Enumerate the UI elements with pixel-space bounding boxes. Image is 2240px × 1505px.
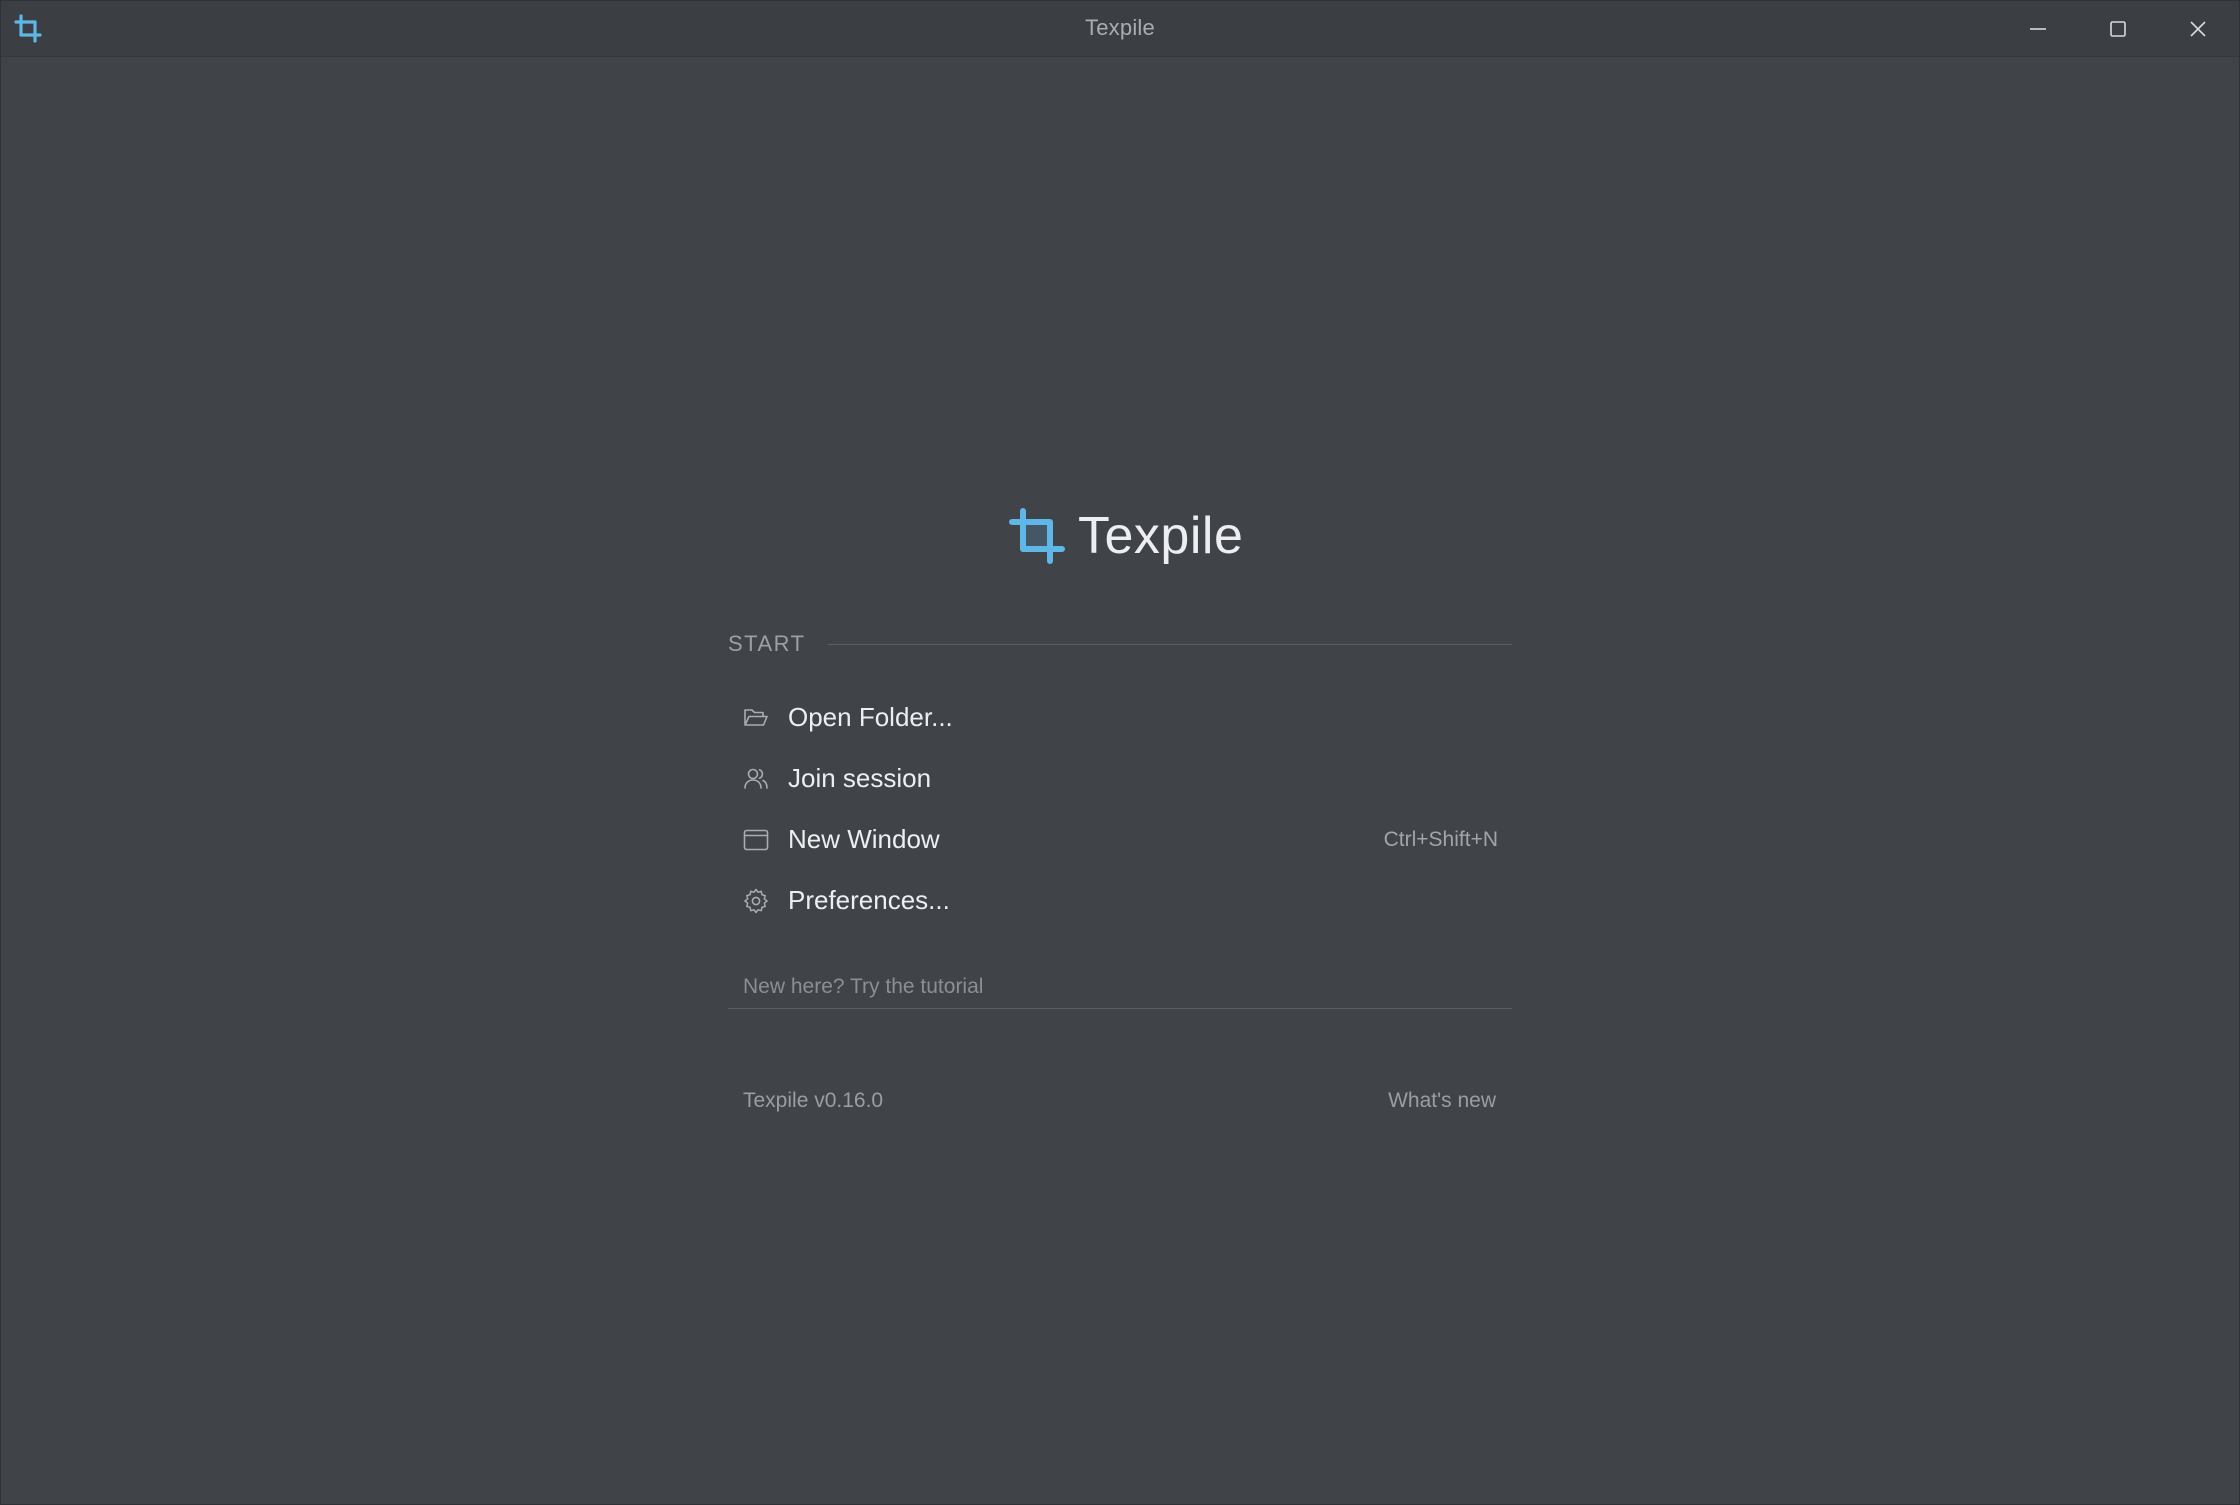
section-divider (827, 643, 1512, 645)
gear-icon (742, 887, 770, 915)
minimize-button[interactable] (1998, 1, 2078, 56)
new-window-label: New Window (788, 824, 940, 854)
tutorial-link[interactable]: New here? Try the tutorial (743, 975, 983, 999)
footer-divider (728, 1008, 1512, 1009)
start-section-label: START (728, 631, 806, 656)
minimize-icon (2030, 27, 2046, 30)
maximize-button[interactable] (2078, 1, 2158, 56)
whats-new-link[interactable]: What's new (1388, 1089, 1496, 1113)
start-menu: Open Folder... Join session New Window C… (728, 687, 1512, 931)
join-session-label: Join session (788, 763, 932, 793)
close-icon (2190, 20, 2206, 37)
preferences-button[interactable]: Preferences... (728, 870, 1512, 931)
version-label: Texpile v0.16.0 (743, 1089, 884, 1112)
new-window-shortcut: Ctrl+Shift+N (1383, 827, 1498, 851)
app-name: Texpile (1078, 507, 1244, 565)
open-folder-label: Open Folder... (788, 702, 953, 732)
open-folder-button[interactable]: Open Folder... (728, 687, 1512, 748)
crop-logo-icon (1009, 508, 1065, 564)
maximize-icon (2110, 20, 2126, 37)
preferences-label: Preferences... (788, 885, 950, 915)
join-session-button[interactable]: Join session (728, 748, 1512, 809)
folder-open-icon (742, 704, 770, 732)
users-icon (742, 765, 770, 793)
new-window-button[interactable]: New Window Ctrl+Shift+N (728, 809, 1512, 870)
window-title: Texpile (1085, 15, 1155, 40)
app-window: Texpile Texpile START Open Folder... Joi… (0, 0, 2240, 1505)
start-section-header: START (728, 624, 1512, 664)
welcome-screen: Texpile START Open Folder... Join sessio… (1, 57, 2239, 1504)
window-icon (742, 826, 770, 854)
app-logo: Texpile (1006, 501, 1243, 571)
title-bar[interactable]: Texpile (1, 1, 2239, 57)
close-button[interactable] (2158, 1, 2238, 56)
